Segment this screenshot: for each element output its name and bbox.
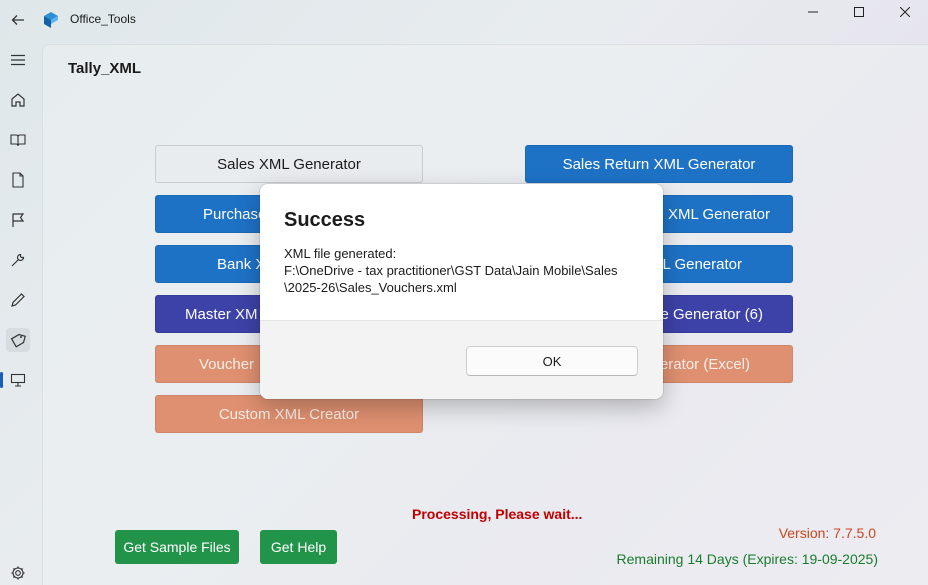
dialog-footer: OK bbox=[260, 320, 663, 399]
success-dialog: Success XML file generated: F:\OneDrive … bbox=[260, 184, 663, 399]
ok-button[interactable]: OK bbox=[466, 346, 638, 376]
dialog-title: Success bbox=[284, 209, 366, 231]
dialog-message: XML file generated: F:\OneDrive - tax pr… bbox=[284, 246, 618, 295]
